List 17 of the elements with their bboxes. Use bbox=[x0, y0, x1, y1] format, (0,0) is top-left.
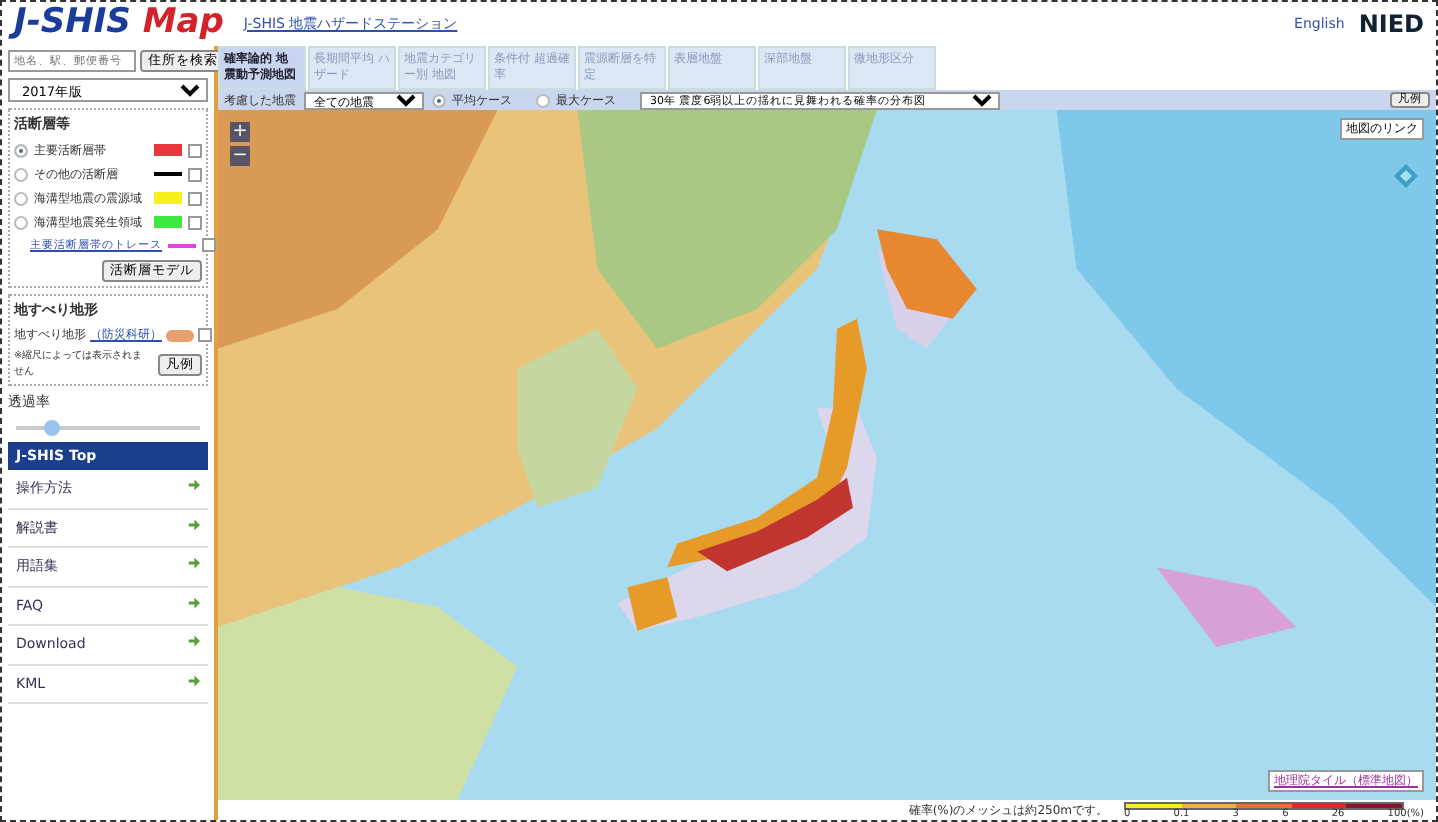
radio-button[interactable] bbox=[536, 93, 550, 107]
checkbox[interactable] bbox=[188, 191, 202, 205]
layers-icon[interactable] bbox=[1392, 162, 1420, 190]
radio-button[interactable] bbox=[14, 143, 28, 157]
radio-button[interactable] bbox=[14, 215, 28, 229]
zoom-out-button[interactable]: − bbox=[230, 146, 250, 166]
checkbox[interactable] bbox=[188, 215, 202, 229]
checkbox[interactable] bbox=[188, 167, 202, 181]
radio-button[interactable] bbox=[14, 191, 28, 205]
checkbox[interactable] bbox=[198, 328, 212, 343]
checkbox[interactable] bbox=[188, 143, 202, 157]
checkbox[interactable] bbox=[202, 238, 216, 253]
slider-thumb[interactable] bbox=[44, 419, 61, 436]
zoom-in-button[interactable]: + bbox=[230, 122, 250, 142]
org-logo: NIED bbox=[1358, 8, 1424, 42]
radio-button[interactable] bbox=[14, 167, 28, 181]
radio-button[interactable] bbox=[432, 93, 446, 107]
